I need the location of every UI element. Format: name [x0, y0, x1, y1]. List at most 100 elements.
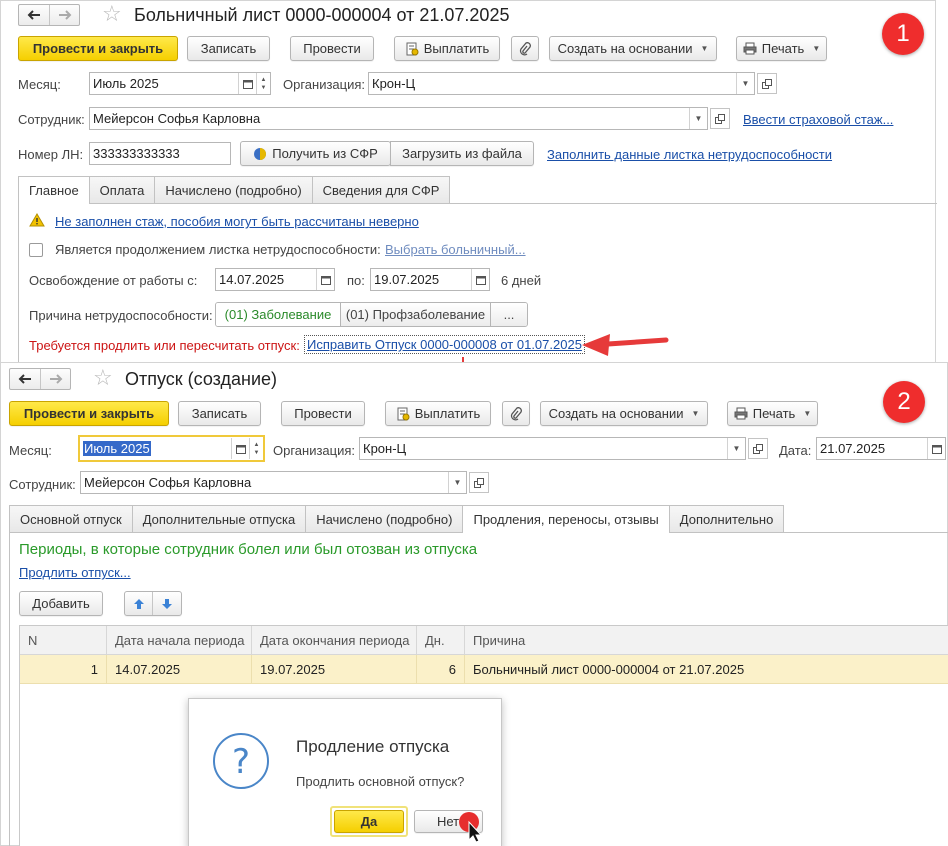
favorite-star-icon[interactable]: ☆ — [102, 3, 122, 25]
col-reason[interactable]: Причина — [465, 626, 948, 654]
post-button[interactable]: Провести — [290, 36, 374, 61]
chevron-down-icon: ▼ — [700, 44, 709, 53]
panel-left-border — [9, 532, 10, 846]
get-sfr-button[interactable]: Получить из СФР — [240, 141, 391, 166]
pointer-arrow-icon — [582, 334, 669, 356]
choose-sick-leave-link[interactable]: Выбрать больничный... — [385, 242, 526, 257]
post-and-close-button[interactable]: Провести и закрыть — [18, 36, 178, 61]
create-based-button[interactable]: Создать на основании ▼ — [540, 401, 708, 426]
date-field[interactable]: 21.07.2025 — [816, 437, 946, 460]
col-days[interactable]: Дн. — [417, 626, 465, 654]
attach-button[interactable] — [502, 401, 530, 426]
paperclip-icon — [519, 41, 531, 55]
cell-end: 19.07.2025 — [252, 655, 417, 683]
extend-vacation-link[interactable]: Продлить отпуск... — [19, 565, 131, 580]
pay-button-label: Выплатить — [414, 406, 481, 421]
fill-sick-leave-link[interactable]: Заполнить данные листка нетрудоспособнос… — [547, 147, 832, 162]
yes-button[interactable]: Да — [334, 810, 404, 833]
move-up-button[interactable] — [125, 592, 154, 615]
month-spinner[interactable]: ▲ ▼ — [256, 73, 270, 94]
create-based-button[interactable]: Создать на основании ▼ — [549, 36, 717, 61]
tab-accrued[interactable]: Начислено (подробно) — [305, 505, 464, 532]
insurance-link[interactable]: Ввести страховой стаж... — [743, 112, 893, 127]
tab-sfr[interactable]: Сведения для СФР — [311, 176, 451, 203]
pay-button[interactable]: Выплатить — [385, 401, 491, 426]
calendar-icon[interactable] — [927, 438, 945, 459]
arrow-up-icon — [133, 598, 144, 609]
date-to-value: 19.07.2025 — [374, 272, 440, 287]
date-from-value: 14.07.2025 — [219, 272, 285, 287]
tab-additional-vacations[interactable]: Дополнительные отпуска — [131, 505, 307, 532]
chevron-down-icon[interactable]: ▼ — [689, 108, 707, 129]
date-to-field[interactable]: 19.07.2025 — [370, 268, 490, 291]
reason-more-button[interactable]: ... — [490, 303, 527, 326]
arrow-right-icon — [58, 10, 71, 20]
open-icon — [753, 443, 763, 454]
table-row[interactable]: 1 14.07.2025 19.07.2025 6 Больничный лис… — [20, 655, 948, 684]
month-spinner[interactable]: ▲ ▼ — [249, 438, 263, 459]
arrow-down-icon — [162, 598, 172, 609]
pay-button[interactable]: Выплатить — [394, 36, 500, 61]
date-from-field[interactable]: 14.07.2025 — [215, 268, 335, 291]
paperclip-icon — [510, 406, 522, 420]
forward-button[interactable] — [49, 5, 79, 25]
open-org-button[interactable] — [757, 73, 777, 94]
back-button[interactable] — [10, 369, 40, 389]
cell-n: 1 — [20, 655, 107, 683]
save-button[interactable]: Записать — [178, 401, 261, 426]
back-button[interactable] — [19, 5, 49, 25]
employee-field[interactable]: Мейерсон Софья Карловна ▼ — [89, 107, 708, 130]
org-field[interactable]: Крон-Ц ▼ — [359, 437, 746, 460]
tab-main[interactable]: Главное — [18, 176, 90, 204]
post-and-close-button[interactable]: Провести и закрыть — [9, 401, 169, 426]
save-button[interactable]: Записать — [187, 36, 270, 61]
chevron-down-icon[interactable]: ▼ — [736, 73, 754, 94]
print-button[interactable]: Печать ▼ — [727, 401, 818, 426]
open-employee-button[interactable] — [469, 472, 489, 493]
create-based-label: Создать на основании — [557, 41, 693, 56]
col-n[interactable]: N — [20, 626, 107, 654]
open-employee-button[interactable] — [710, 108, 730, 129]
table-header: N Дата начала периода Дата окончания пер… — [20, 626, 948, 655]
print-button[interactable]: Печать ▼ — [736, 36, 827, 61]
fix-vacation-link[interactable]: Исправить Отпуск 0000-000008 от 01.07.20… — [304, 335, 585, 354]
reason-occupational[interactable]: (01) Профзаболевание — [340, 303, 490, 326]
employee-field[interactable]: Мейерсон Софья Карловна ▼ — [80, 471, 467, 494]
month-field[interactable]: Июль 2025 ▲ ▼ — [78, 435, 265, 462]
favorite-star-icon[interactable]: ☆ — [93, 367, 113, 389]
calendar-icon[interactable] — [231, 438, 249, 459]
month-value: Июль 2025 — [83, 441, 151, 456]
add-button[interactable]: Добавить — [19, 591, 103, 616]
move-down-button[interactable] — [153, 592, 181, 615]
open-org-button[interactable] — [748, 438, 768, 459]
tab-accrued[interactable]: Начислено (подробно) — [154, 176, 313, 203]
tab-extensions[interactable]: Продления, переносы, отзывы — [462, 505, 670, 533]
mouse-cursor-icon — [459, 812, 483, 843]
col-end[interactable]: Дата окончания периода — [252, 626, 417, 654]
calendar-icon[interactable] — [471, 269, 489, 290]
open-icon — [715, 113, 725, 124]
warning-link[interactable]: Не заполнен стаж, пособия могут быть рас… — [55, 214, 419, 229]
load-file-button[interactable]: Загрузить из файла — [390, 141, 534, 166]
calendar-icon[interactable] — [316, 269, 334, 290]
chevron-down-icon[interactable]: ▼ — [448, 472, 466, 493]
col-start[interactable]: Дата начала периода — [107, 626, 252, 654]
tab-main-vacation[interactable]: Основной отпуск — [9, 505, 133, 532]
month-field[interactable]: Июль 2025 ▲ ▼ — [89, 72, 271, 95]
chevron-down-icon[interactable]: ▼ — [727, 438, 745, 459]
calendar-icon[interactable] — [238, 73, 256, 94]
org-label: Организация: — [283, 77, 366, 92]
employee-label: Сотрудник: — [18, 112, 85, 127]
release-label: Освобождение от работы с: — [29, 273, 198, 288]
sick-leave-window: ☆ Больничный лист 0000-000004 от 21.07.2… — [0, 0, 937, 364]
org-field[interactable]: Крон-Ц ▼ — [368, 72, 755, 95]
ln-field[interactable]: 333333333333 — [89, 142, 231, 165]
tab-payment[interactable]: Оплата — [88, 176, 156, 203]
cell-reason: Больничный лист 0000-000004 от 21.07.202… — [473, 661, 745, 677]
continuation-checkbox[interactable] — [29, 243, 43, 257]
post-button[interactable]: Провести — [281, 401, 365, 426]
reason-illness[interactable]: (01) Заболевание — [216, 303, 340, 326]
forward-button[interactable] — [40, 369, 70, 389]
tab-additional[interactable]: Дополнительно — [668, 505, 785, 532]
attach-button[interactable] — [511, 36, 539, 61]
